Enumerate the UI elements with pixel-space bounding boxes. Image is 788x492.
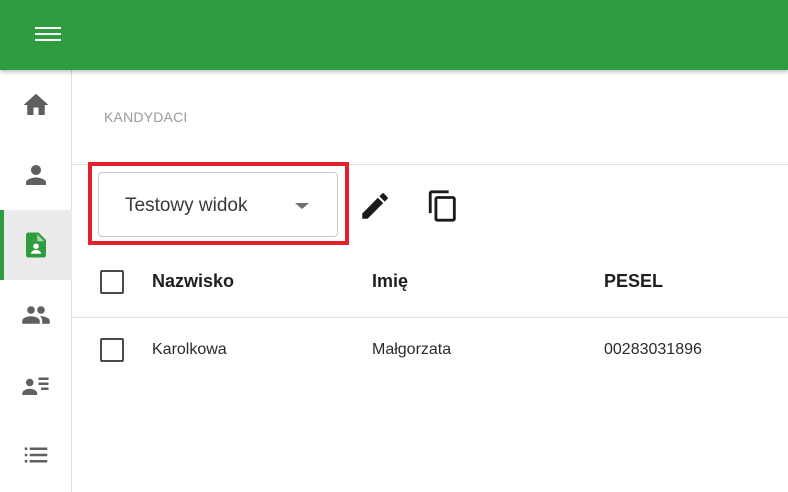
sidebar-item-list[interactable] — [0, 420, 72, 490]
person-icon — [26, 165, 46, 185]
sidebar-item-home[interactable] — [0, 70, 72, 140]
people-icon — [22, 306, 50, 324]
home-icon — [23, 93, 49, 115]
top-app-bar — [0, 0, 788, 70]
list-icon — [24, 447, 48, 463]
view-select-dropdown[interactable]: Testowy widok — [98, 172, 338, 237]
candidate-document-icon — [26, 232, 46, 258]
hamburger-menu-icon[interactable] — [33, 24, 63, 46]
sidebar-item-candidates[interactable] — [0, 210, 72, 280]
copy-icon — [428, 190, 456, 222]
cell-imie: Małgorzata — [372, 341, 452, 358]
sidebar-item-person-list[interactable] — [0, 350, 72, 420]
row-checkbox[interactable] — [100, 338, 124, 362]
column-header-nazwisko[interactable]: Nazwisko — [152, 271, 234, 292]
select-all-checkbox[interactable] — [100, 270, 124, 294]
table-header-divider — [72, 317, 788, 318]
column-header-imie[interactable]: Imię — [372, 271, 408, 292]
view-select-value: Testowy widok — [125, 195, 248, 216]
sidebar-item-person[interactable] — [0, 140, 72, 210]
sidebar-item-people[interactable] — [0, 280, 72, 350]
cell-pesel: 00283031896 — [604, 341, 702, 358]
edit-view-button[interactable] — [358, 189, 392, 223]
copy-view-button[interactable] — [426, 189, 460, 223]
chevron-down-icon — [295, 203, 309, 209]
column-header-pesel[interactable]: PESEL — [604, 271, 663, 292]
pencil-icon — [362, 193, 388, 219]
sidebar — [0, 70, 72, 492]
breadcrumb: KANDYDACI — [104, 109, 188, 125]
person-list-icon — [22, 377, 49, 395]
cell-nazwisko: Karolkowa — [152, 341, 227, 358]
